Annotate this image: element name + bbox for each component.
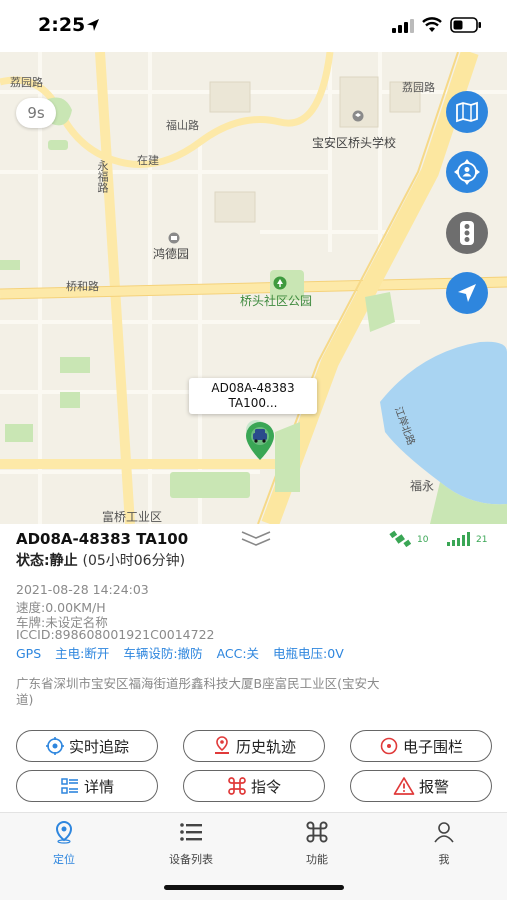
command-label: 指令 [250,777,281,796]
map-label-road: 福山路 [166,119,199,132]
list-icon [180,823,202,841]
details-button[interactable]: 详情 [16,770,158,802]
map-layer-button[interactable] [446,91,488,133]
traffic-light-icon [460,221,474,245]
detail-label: 详情 [83,777,114,796]
realtime-label: 实时追踪 [68,737,129,756]
vehicle-marker-icon[interactable] [240,418,280,462]
home-indicator[interactable] [164,885,344,890]
map-label-road: 荔园路 [402,81,435,94]
map-label-road: 桥和路 [66,280,99,293]
status-label: 状态:静止 [16,553,78,569]
battery-icon [450,17,481,33]
park-icon [273,276,287,290]
motion-status: 状态:静止 (05小时06分钟) [16,550,185,570]
flag-gps: GPS [16,646,42,661]
gps-satellite-count: 10 [417,535,429,545]
alarm-label: 报警 [418,777,449,796]
map-label-park: 桥头社区公园 [240,294,313,308]
user-icon [434,822,454,843]
cellular-signal-icon [392,19,414,33]
map-label-construction: 在建 [137,154,159,167]
tab-locate[interactable]: 定位 [19,820,109,867]
fence-label: 电子围栏 [402,737,463,756]
poi-icon [168,232,180,244]
map-label-road: 荔园路 [10,76,43,89]
signal-strength-icon [447,532,470,546]
target-icon [45,737,64,755]
tab-me-label: 我 [438,853,450,866]
pin-route-icon [214,736,229,754]
traffic-toggle-button[interactable] [446,212,488,254]
tab-device-list[interactable]: 设备列表 [146,820,236,867]
school-icon [352,110,364,122]
fence-circle-icon [380,737,398,755]
command-key-icon [306,821,328,843]
crosshair-person-icon [454,159,480,185]
address-text: 广东省深圳市宝安区福海街道彤鑫科技大厦B座富民工业区(宝安大道) [16,676,380,707]
iccid-text: ICCID:898608001921C0014722 [16,627,215,642]
warning-triangle-icon [393,777,415,795]
device-callout[interactable]: AD08A-48383 TA100... [189,378,317,414]
callout-plate: AD08A-48383 [211,381,295,395]
map-layers-icon [456,101,478,123]
tab-locate-label: 定位 [53,853,75,866]
navigate-button[interactable] [446,272,488,314]
map-label-road: 永福路 [96,160,109,193]
realtime-tracking-button[interactable]: 实时追踪 [16,730,158,762]
status-duration: (05小时06分钟) [82,553,186,569]
status-time: 2:25 [38,14,86,36]
tab-functions-label: 功能 [306,853,328,866]
command-button[interactable]: 指令 [183,770,325,802]
wifi-icon [422,17,442,32]
map-label-poi: 鸿德园 [153,247,190,261]
geofence-button[interactable]: 电子围栏 [350,730,492,762]
callout-model: TA100... [228,396,278,410]
location-pin-icon [55,820,73,844]
update-datetime: 2021-08-28 14:24:03 [16,582,149,597]
signal-count: 21 [476,535,488,545]
device-flags: GPS 主电:断开 车辆设防:撤防 ACC:关 电瓶电压:0V [16,643,354,662]
flag-voltage: 电瓶电压:0V [273,646,344,661]
flag-power: 主电:断开 [55,646,110,661]
collapse-chevron-icon[interactable] [240,530,272,548]
satellite-icon [389,530,411,548]
location-arrow-icon [87,19,99,31]
flag-acc: ACC:关 [216,646,260,661]
flag-arm: 车辆设防:撤防 [123,646,203,661]
locate-me-button[interactable] [446,151,488,193]
map-label-school: 宝安区桥头学校 [312,136,397,150]
list-detail-icon [61,778,78,794]
tab-me[interactable]: 我 [399,820,489,867]
navigation-arrow-icon [458,284,476,302]
map-label-area: 福永 [410,479,435,493]
map-label-area: 富桥工业区 [102,510,163,524]
refresh-timer-badge: 9s [16,98,56,128]
tab-devices-label: 设备列表 [169,853,213,866]
device-plate: AD08A-48383 TA100 [16,530,189,548]
history-track-button[interactable]: 历史轨迹 [183,730,325,762]
alarm-button[interactable]: 报警 [350,770,492,802]
command-key-icon [228,777,246,795]
history-label: 历史轨迹 [235,737,296,756]
tab-functions[interactable]: 功能 [272,820,362,867]
